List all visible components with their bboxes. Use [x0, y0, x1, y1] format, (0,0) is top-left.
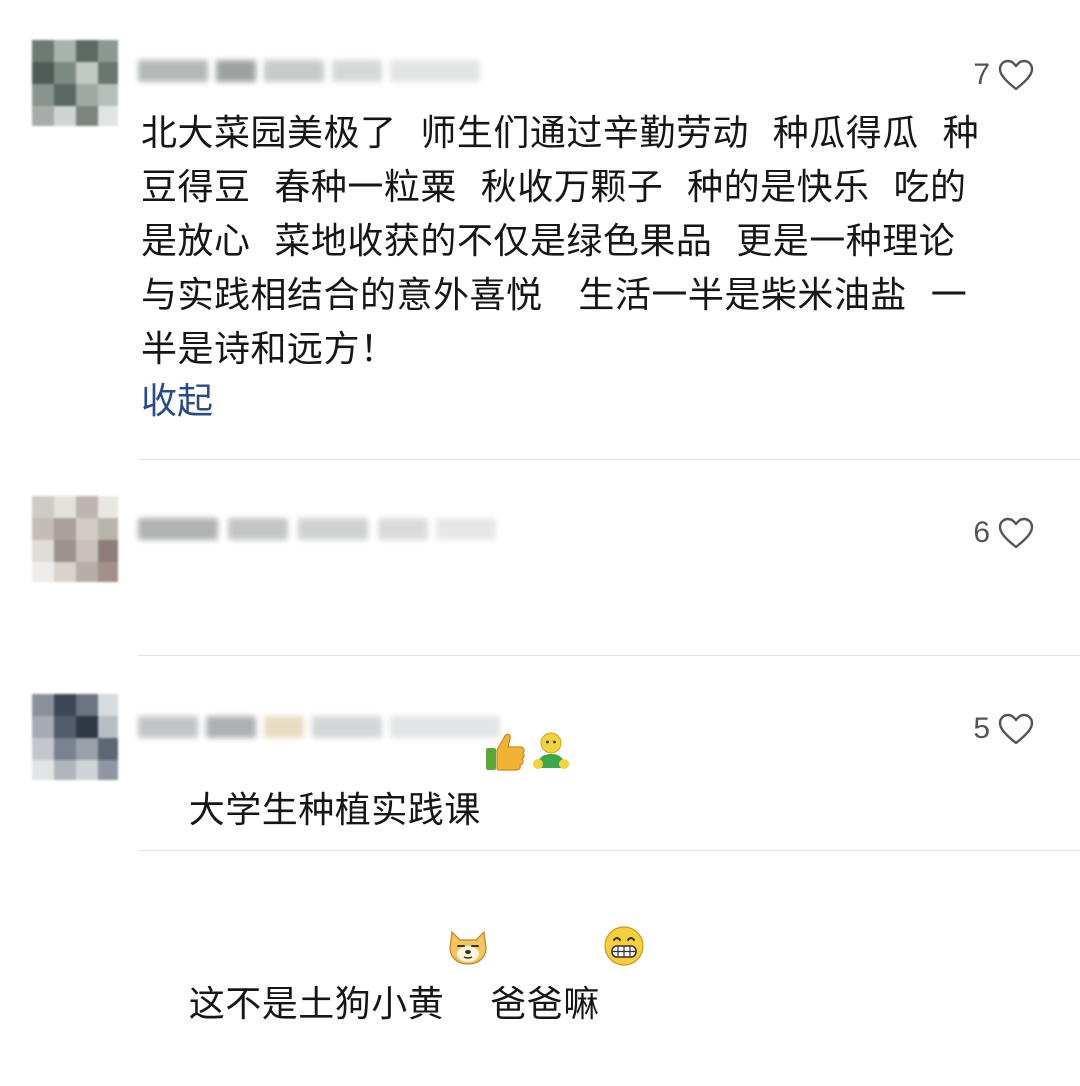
- username-blurred[interactable]: [138, 56, 518, 84]
- collapse-link[interactable]: 收起: [141, 372, 213, 424]
- heart-icon[interactable]: [998, 59, 1034, 91]
- like-count: 6: [973, 516, 990, 549]
- comment-text-2: 爸爸嘛: [490, 984, 600, 1025]
- like-count: 7: [973, 58, 990, 91]
- grinning-face-icon: [602, 816, 646, 966]
- like-button[interactable]: 5: [973, 712, 1034, 746]
- comment-text: 这不是土狗小黄: [188, 984, 445, 1025]
- divider: [138, 850, 1080, 851]
- like-count: 5: [973, 712, 990, 745]
- username-blurred[interactable]: [138, 712, 518, 740]
- avatar[interactable]: [32, 694, 118, 780]
- comment-item-1: 7 北大菜园美极了 师生们通过辛勤劳动 种瓜得瓜 种 豆得豆 春种一粒粟 秋收万…: [0, 0, 1080, 460]
- heart-icon[interactable]: [998, 517, 1034, 549]
- like-button[interactable]: 7: [973, 58, 1034, 92]
- comment-text-line: 这不是土狗小黄 爸爸嘛: [141, 762, 1041, 1086]
- heart-icon[interactable]: [998, 713, 1034, 745]
- username-blurred[interactable]: [138, 514, 518, 542]
- comment-item-2: 6 大学生种植实践课: [0, 460, 1080, 831]
- comment-text: 北大菜园美极了 师生们通过辛勤劳动 种瓜得瓜 种 豆得豆 春种一粒粟 秋收万颗子…: [141, 113, 980, 370]
- dog-face-icon: [446, 816, 490, 965]
- avatar[interactable]: [32, 496, 118, 582]
- like-button[interactable]: 6: [973, 516, 1034, 550]
- comment-item-3: 5 这不是土狗小黄 爸爸嘛: [0, 656, 1080, 1025]
- avatar[interactable]: [32, 40, 118, 126]
